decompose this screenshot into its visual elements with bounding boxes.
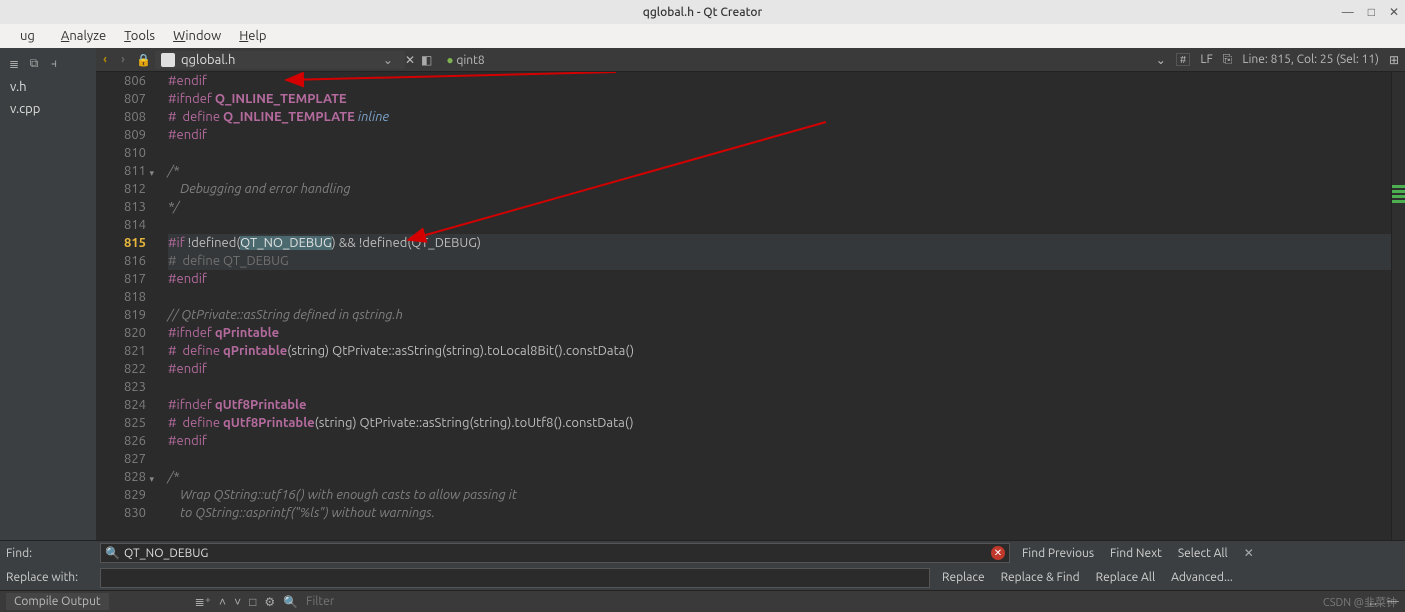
- line-number-gutter: 806807808809810811▾812813814815816817818…: [96, 72, 156, 540]
- nav-back-button[interactable]: ‹: [96, 53, 114, 66]
- menu-help[interactable]: Help: [231, 27, 274, 45]
- title-bar: qglobal.h - Qt Creator — □ ✕: [0, 0, 1405, 24]
- open-document-item[interactable]: v.h: [0, 76, 96, 98]
- menu-analyze[interactable]: Analyze: [53, 27, 114, 45]
- document-icon: [161, 53, 175, 67]
- split-editor-icon[interactable]: ◧: [421, 53, 432, 67]
- sidebar-combo-icon[interactable]: ≣: [6, 56, 22, 72]
- menu-window[interactable]: Window: [165, 27, 229, 45]
- find-field[interactable]: 🔍 ✕: [100, 543, 1010, 563]
- file-selector[interactable]: qglobal.h ⌄: [155, 51, 405, 69]
- minus-icon[interactable]: —: [1387, 595, 1399, 608]
- workspace: ≣ ⧉ ⫞ v.h v.cpp ‹ › 🔒 qglobal.h ⌄ ✕ ◧ ● …: [0, 48, 1405, 540]
- close-file-button[interactable]: ✕: [405, 53, 415, 67]
- editor-toolbar: ‹ › 🔒 qglobal.h ⌄ ✕ ◧ ● qint8 ⌄ # LF ⎘ L…: [96, 48, 1405, 72]
- tasks-icon[interactable]: ≣⁺: [195, 595, 211, 609]
- minimize-button[interactable]: —: [1342, 6, 1354, 19]
- symbol-selector[interactable]: ● qint8: [438, 53, 492, 67]
- expand-output-icon[interactable]: ↔: [1367, 595, 1379, 609]
- replace-field[interactable]: [100, 568, 930, 588]
- find-previous-button[interactable]: Find Previous: [1018, 547, 1098, 560]
- editor-panel: ‹ › 🔒 qglobal.h ⌄ ✕ ◧ ● qint8 ⌄ # LF ⎘ L…: [96, 48, 1405, 540]
- filter-input[interactable]: [306, 595, 446, 608]
- editor-status: ⌄ # LF ⎘ Line: 815, Col: 25 (Sel: 11) ⊞: [1156, 53, 1405, 67]
- scrollbar-minimap[interactable]: [1391, 72, 1405, 540]
- output-panel-toolbar: Compile Output ≣⁺ ˄ ˅ □ ⚙ 🔍 ↔ —: [0, 590, 1405, 612]
- replace-input[interactable]: [105, 571, 925, 584]
- file-mode-icon[interactable]: ⎘: [1223, 53, 1233, 67]
- search-icon: 🔍: [105, 546, 120, 560]
- menu-debug[interactable]: ug: [4, 27, 51, 45]
- replace-bar: Replace with: Replace Replace & Find Rep…: [0, 565, 1405, 590]
- code-area[interactable]: 806807808809810811▾812813814815816817818…: [96, 72, 1405, 540]
- find-input[interactable]: [124, 547, 1005, 560]
- lock-icon[interactable]: 🔒: [136, 53, 151, 67]
- collapse-up-icon[interactable]: ˄: [219, 595, 226, 609]
- line-ending-indicator[interactable]: LF: [1200, 53, 1212, 66]
- menu-tools[interactable]: Tools: [116, 27, 163, 45]
- settings-icon[interactable]: ⚙: [264, 595, 275, 609]
- symbol-dropdown-icon[interactable]: ⌄: [1156, 53, 1166, 67]
- close-window-button[interactable]: ✕: [1389, 5, 1399, 19]
- replace-button[interactable]: Replace: [938, 571, 989, 584]
- link-icon[interactable]: ⧉: [26, 56, 42, 72]
- window-controls: — □ ✕: [1342, 0, 1399, 24]
- replace-all-button[interactable]: Replace All: [1092, 571, 1159, 584]
- chevron-down-icon[interactable]: ⌄: [383, 53, 393, 67]
- split-sidebar-icon[interactable]: ⫞: [46, 56, 62, 72]
- select-all-button[interactable]: Select All: [1174, 547, 1232, 560]
- clear-search-button[interactable]: ✕: [991, 546, 1005, 560]
- sidebar-toolbar: ≣ ⧉ ⫞: [0, 52, 96, 76]
- filter-search-icon: 🔍: [283, 595, 298, 609]
- file-name: qglobal.h: [181, 53, 235, 67]
- find-label: Find:: [6, 547, 92, 560]
- advanced-button[interactable]: Advanced...: [1167, 571, 1237, 584]
- code-text[interactable]: #endif#ifndef Q_INLINE_TEMPLATE# define …: [156, 72, 1391, 540]
- zoom-icon[interactable]: □: [249, 595, 256, 609]
- collapse-down-icon[interactable]: ˅: [234, 595, 241, 609]
- open-documents-sidebar: ≣ ⧉ ⫞ v.h v.cpp: [0, 48, 96, 540]
- encoding-indicator[interactable]: #: [1176, 53, 1191, 66]
- toggle-sidebar-icon[interactable]: ⊞: [1389, 53, 1399, 67]
- replace-find-button[interactable]: Replace & Find: [997, 571, 1084, 584]
- open-document-item[interactable]: v.cpp: [0, 98, 96, 120]
- replace-label: Replace with:: [6, 571, 92, 584]
- find-bar: Find: 🔍 ✕ Find Previous Find Next Select…: [0, 540, 1405, 565]
- close-search-button[interactable]: ✕: [1240, 546, 1258, 560]
- cursor-position: Line: 815, Col: 25 (Sel: 11): [1242, 53, 1379, 66]
- menu-bar: ug Analyze Tools Window Help: [0, 24, 1405, 48]
- window-title: qglobal.h - Qt Creator: [643, 6, 763, 19]
- maximize-button[interactable]: □: [1368, 5, 1375, 19]
- find-next-button[interactable]: Find Next: [1106, 547, 1166, 560]
- compile-output-tab[interactable]: Compile Output: [6, 593, 109, 610]
- nav-forward-button[interactable]: ›: [114, 53, 132, 66]
